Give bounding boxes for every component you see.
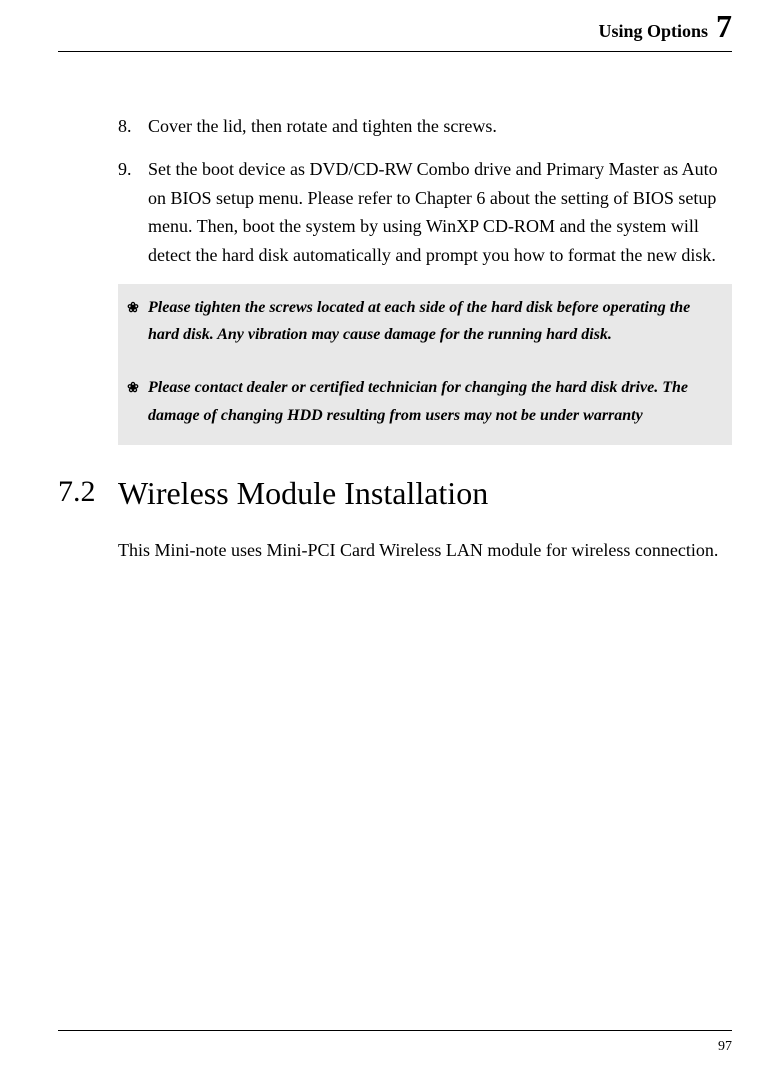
list-item-text: Set the boot device as DVD/CD-RW Combo d… (148, 155, 732, 270)
section-title: Wireless Module Installation (118, 475, 732, 512)
ordered-list-item: 8. Cover the lid, then rotate and tighte… (118, 112, 732, 141)
note-bullet-icon: ❀ (118, 374, 148, 428)
note-item: ❀ Please contact dealer or certified tec… (118, 364, 732, 444)
section-number: 7.2 (58, 475, 118, 509)
note-bullet-icon: ❀ (118, 294, 148, 348)
header-chapter-number: 7 (716, 8, 732, 44)
list-item-text: Cover the lid, then rotate and tighten t… (148, 112, 732, 141)
page-header: Using Options 7 (58, 0, 732, 52)
note-item: ❀ Please tighten the screws located at e… (118, 284, 732, 364)
section-heading: 7.2 Wireless Module Installation (58, 475, 732, 512)
page-content: 8. Cover the lid, then rotate and tighte… (58, 112, 732, 565)
note-text: Please tighten the screws located at eac… (148, 294, 722, 348)
ordered-list-item: 9. Set the boot device as DVD/CD-RW Comb… (118, 155, 732, 270)
note-callout-box: ❀ Please tighten the screws located at e… (118, 284, 732, 445)
page-number: 97 (718, 1039, 732, 1054)
section-body-text: This Mini-note uses Mini-PCI Card Wirele… (118, 536, 732, 565)
list-item-number: 9. (118, 155, 148, 270)
note-text: Please contact dealer or certified techn… (148, 374, 722, 428)
list-item-number: 8. (118, 112, 148, 141)
page-footer: 97 (58, 1030, 732, 1055)
header-title: Using Options (598, 21, 708, 41)
